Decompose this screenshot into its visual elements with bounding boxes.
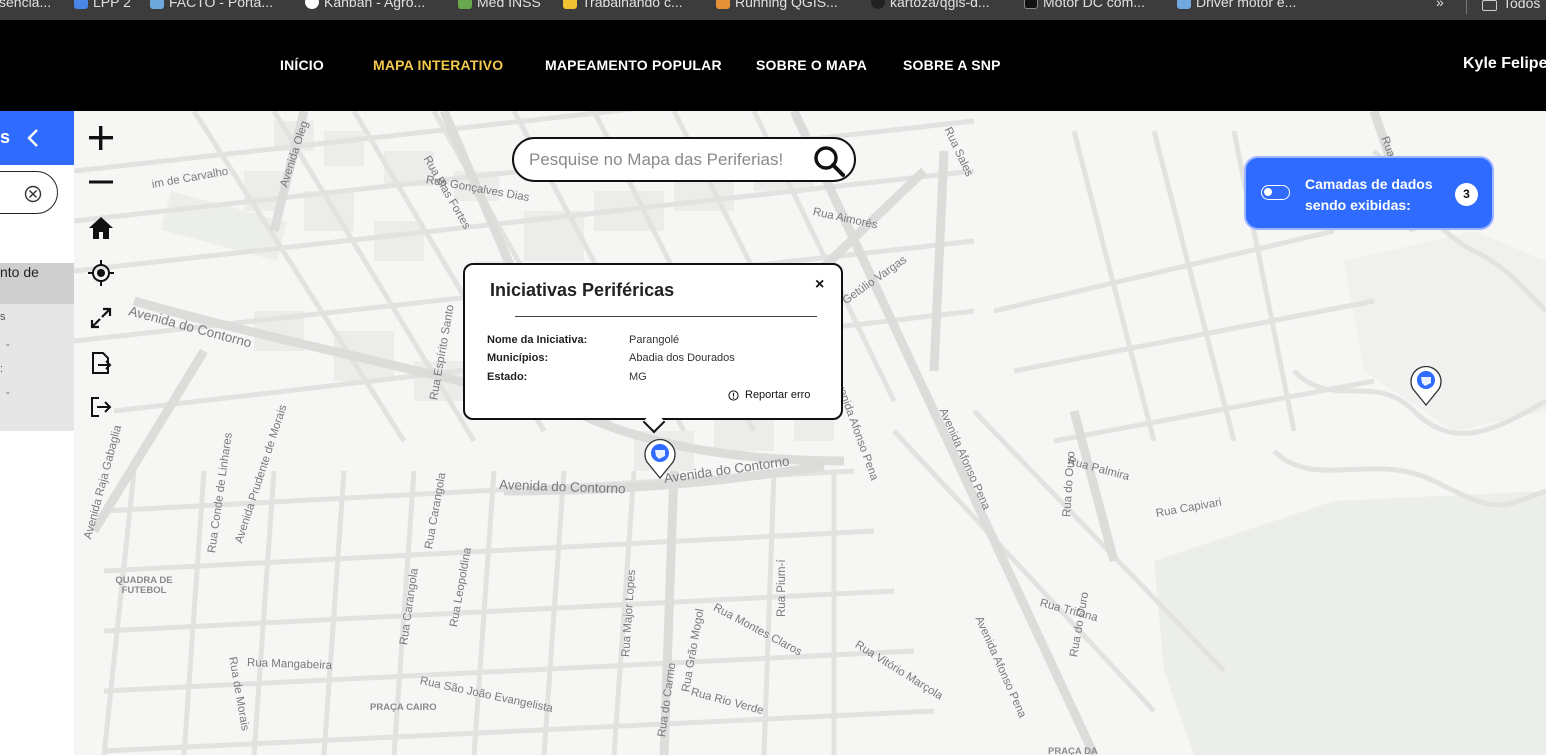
popup-field-value: Parangolé [629, 334, 680, 346]
map-search-bar [512, 137, 856, 182]
active-layers-label-line2: sendo exibidas: [1305, 197, 1411, 213]
fullscreen-button[interactable] [86, 303, 116, 333]
zoom-out-button[interactable] [86, 167, 116, 197]
side-panel-title: s [0, 127, 11, 147]
nav-item-mapa-interativo[interactable]: MAPA INTERATIVO [373, 57, 503, 73]
side-panel-item-label: nto de [0, 264, 39, 280]
initiative-marker[interactable] [1409, 366, 1443, 406]
side-panel-text: - [6, 387, 10, 399]
bookmark[interactable]: Driver motor e... [1177, 0, 1296, 10]
top-navigation: INÍCIO MAPA INTERATIVO MAPEAMENTO POPULA… [0, 20, 1546, 111]
place-label: PRAÇA CAIRO [370, 702, 437, 713]
popup-field-label: Nome da Iniciativa: [487, 334, 588, 346]
active-layers-count-badge: 3 [1455, 183, 1478, 206]
nav-item-sobre-o-mapa[interactable]: SOBRE O MAPA [756, 57, 867, 73]
folder-icon [1482, 0, 1497, 11]
bookmark-label: kartoza/qgis-d... [890, 0, 990, 10]
all-bookmarks-label: Todos [1503, 0, 1541, 11]
user-menu[interactable]: Kyle Felipe [1463, 55, 1546, 73]
place-label: QUADRA DE FUTEBOL [115, 575, 173, 596]
bookmark[interactable]: Running QGIS... [716, 0, 838, 10]
bookmark-favicon-icon [305, 0, 319, 9]
nav-item-inicio[interactable]: INÍCIO [280, 57, 324, 73]
bookmark-favicon-icon [1024, 0, 1038, 9]
bookmark[interactable]: kartoza/qgis-d... [871, 0, 990, 10]
bookmark[interactable]: LPP 2 [74, 0, 131, 10]
place-label: PRAÇA DA [1048, 746, 1098, 755]
clear-circle-icon[interactable] [23, 184, 43, 204]
bookmark-label: LPP 2 [93, 0, 131, 10]
zoom-in-button[interactable] [86, 123, 116, 153]
popup-field-label: Estado: [487, 371, 528, 383]
export-button[interactable] [86, 348, 116, 378]
active-layers-label: Camadas de dados sendo exibidas: [1305, 174, 1433, 216]
bookmark-label: FACTO - Porta... [169, 0, 273, 10]
exit-button[interactable] [86, 392, 116, 422]
all-bookmarks-button[interactable]: Todos [1482, 0, 1540, 11]
bookmark-favicon-icon [871, 0, 885, 9]
bookmark-label: Kanban - Agro... [324, 0, 426, 10]
info-circle-icon [728, 389, 739, 401]
popup-field-label: Municípios: [487, 352, 549, 364]
expand-icon [90, 307, 112, 329]
bookmark-label: Trabalhando c... [582, 0, 683, 10]
bookmark-label: Driver motor e... [1196, 0, 1297, 10]
bookmark-favicon-icon [150, 0, 164, 9]
bookmarks-divider [1466, 0, 1467, 14]
chevron-left-icon[interactable] [24, 127, 42, 149]
initiative-popup: Iniciativas Periféricas × Nome da Inicia… [463, 263, 843, 434]
home-icon [89, 217, 113, 239]
bookmark-favicon-icon [563, 0, 577, 9]
search-icon[interactable] [811, 144, 847, 178]
layers-toggle[interactable] [1261, 185, 1290, 200]
bookmark[interactable]: Med INSS [458, 0, 541, 10]
bookmark[interactable]: Motor DC com... [1024, 0, 1145, 10]
bookmark[interactable]: FACTO - Porta... [150, 0, 273, 10]
nav-item-sobre-a-snp[interactable]: SOBRE A SNP [903, 57, 1001, 73]
bookmark-label: Med INSS [477, 0, 541, 10]
bookmark-label: Motor DC com... [1043, 0, 1145, 10]
bookmark-label: Running QGIS... [735, 0, 838, 10]
locate-button[interactable] [86, 258, 116, 288]
side-panel-text: - [6, 339, 10, 351]
sign-out-icon [91, 397, 112, 417]
street-label: Rua Pium-í [776, 559, 788, 617]
bookmark[interactable]: Kanban - Agro... [305, 0, 425, 10]
crosshair-icon [88, 260, 114, 286]
popup-title: Iniciativas Periféricas [490, 280, 675, 300]
home-button[interactable] [86, 213, 116, 243]
side-panel-header: s [0, 111, 74, 165]
bookmark-favicon-icon [74, 0, 88, 9]
minus-icon [89, 180, 113, 184]
bookmark-favicon-icon [458, 0, 472, 9]
bookmarks-bar: ssência... LPP 2 FACTO - Porta... Kanban… [0, 0, 1546, 20]
bookmark-favicon-icon [1177, 0, 1191, 9]
popup-field-value: Abadia dos Dourados [629, 352, 735, 364]
map-search-input[interactable] [529, 148, 809, 172]
bookmark-favicon-icon [716, 0, 730, 9]
active-layers-label-line1: Camadas de dados [1305, 176, 1433, 192]
bookmark[interactable]: Trabalhando c... [563, 0, 683, 10]
plus-icon [89, 126, 113, 150]
popup-field-value: MG [629, 371, 647, 383]
nav-item-mapeamento-popular[interactable]: MAPEAMENTO POPULAR [545, 57, 722, 73]
report-error-link[interactable]: Reportar erro [728, 389, 810, 401]
popup-divider [515, 316, 817, 317]
bookmark[interactable]: ssência... [0, 0, 51, 10]
side-panel-text: s [0, 311, 6, 323]
active-layers-panel: Camadas de dados sendo exibidas: 3 [1244, 156, 1494, 230]
bookmark-label: ssência... [0, 0, 52, 10]
toggle-knob [1264, 188, 1272, 196]
layers-side-panel: s nto de s - : - [0, 111, 74, 755]
popup-close-button[interactable]: × [815, 276, 824, 294]
bookmarks-overflow-button[interactable]: » [1436, 0, 1444, 10]
initiative-marker[interactable] [643, 439, 677, 479]
report-error-label: Reportar erro [745, 389, 811, 401]
side-panel-text: : [0, 363, 4, 375]
file-export-icon [92, 352, 112, 374]
